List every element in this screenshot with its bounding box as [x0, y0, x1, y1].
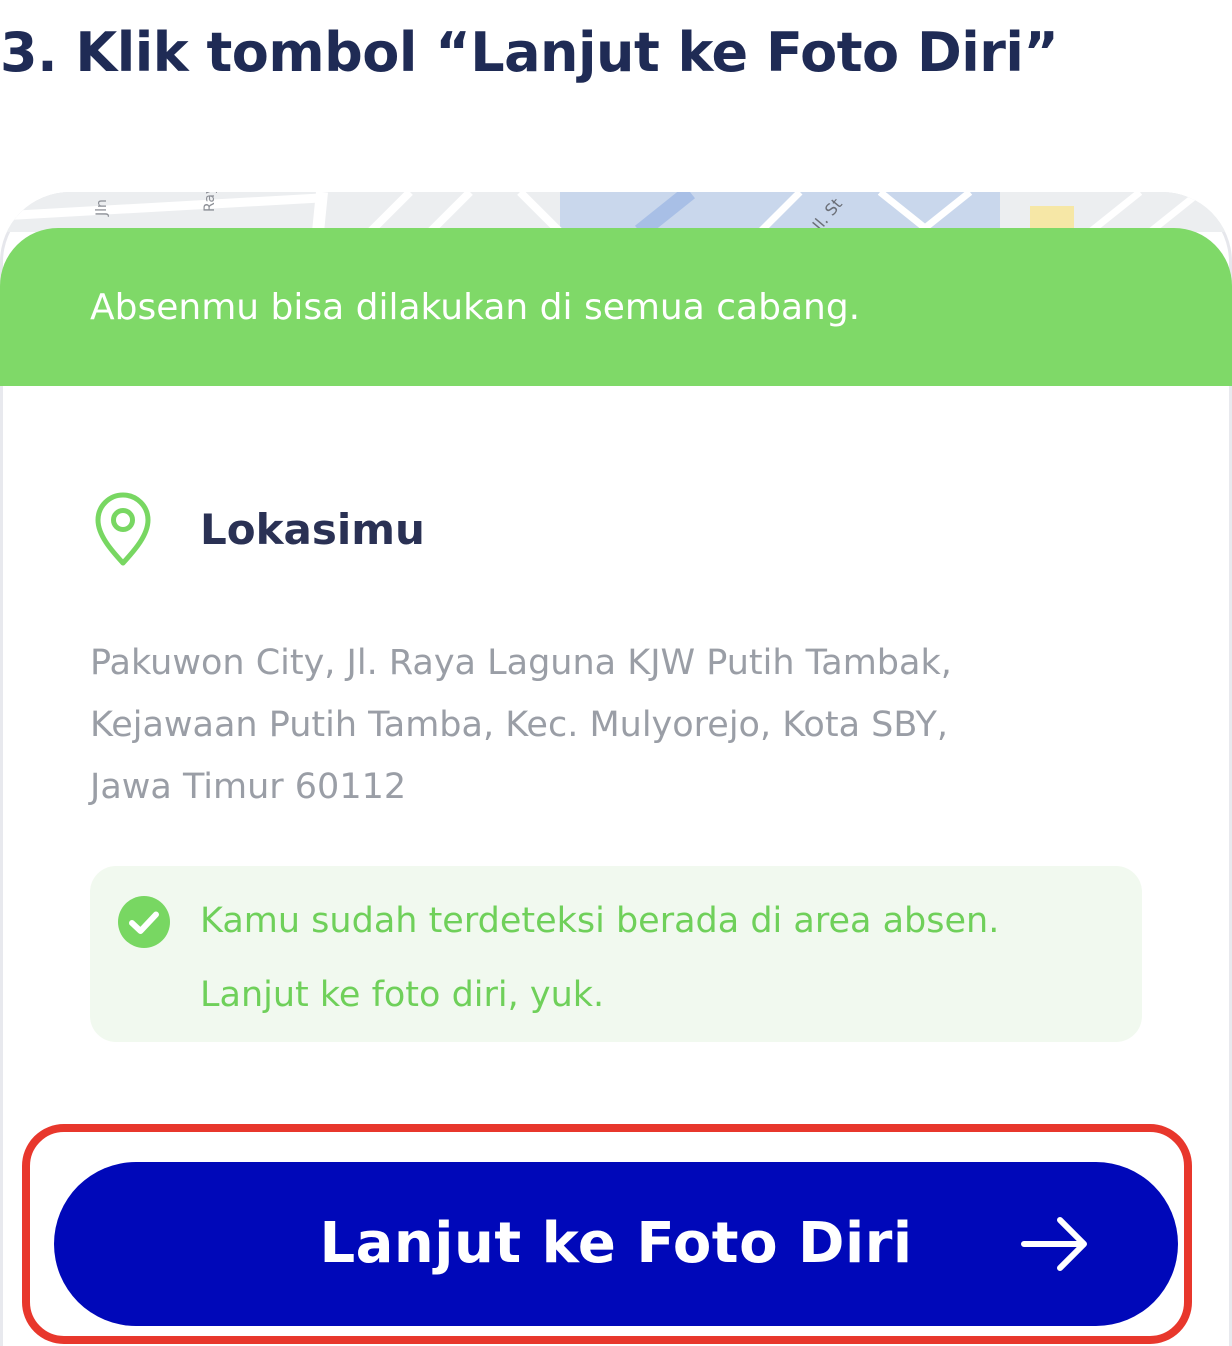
check-circle-icon: [118, 896, 170, 948]
phone-screen: Jln Raya Jl. St Absenmu bisa dilakukan d…: [0, 192, 1232, 1346]
area-detected-notice: Kamu sudah terdeteksi berada di area abs…: [90, 866, 1142, 1042]
banner-text: Absenmu bisa dilakukan di semua cabang.: [90, 287, 861, 328]
map-street-label: Raya: [202, 192, 218, 212]
step-title: 3. Klik tombol “Lanjut ke Foto Diri”: [0, 21, 1059, 84]
location-address: Pakuwon City, Jl. Raya Laguna KJW Putih …: [90, 632, 1150, 818]
notice-line: Lanjut ke foto diri, yuk.: [200, 975, 605, 1015]
address-line: Kejawaan Putih Tamba, Kec. Mulyorejo, Ko…: [90, 705, 948, 745]
notice-text: Kamu sudah terdeteksi berada di area abs…: [200, 884, 1130, 1032]
location-title: Lokasimu: [200, 504, 425, 554]
map-view[interactable]: Jln Raya Jl. St: [0, 192, 1232, 239]
location-header: Lokasimu: [90, 490, 425, 568]
continue-to-selfie-button[interactable]: Lanjut ke Foto Diri: [54, 1162, 1178, 1326]
map-street-label: Jln: [94, 199, 110, 217]
arrow-right-icon: [1021, 1217, 1087, 1271]
continue-button-label: Lanjut ke Foto Diri: [319, 1211, 913, 1276]
attendance-location-card: Absenmu bisa dilakukan di semua cabang. …: [0, 228, 1232, 1346]
location-pin-icon: [95, 492, 151, 566]
map-background: Jln Raya Jl. St: [0, 192, 1232, 239]
branch-banner: Absenmu bisa dilakukan di semua cabang.: [0, 228, 1232, 386]
address-line: Jawa Timur 60112: [90, 767, 407, 807]
address-line: Pakuwon City, Jl. Raya Laguna KJW Putih …: [90, 643, 952, 683]
notice-line: Kamu sudah terdeteksi berada di area abs…: [200, 901, 1000, 941]
